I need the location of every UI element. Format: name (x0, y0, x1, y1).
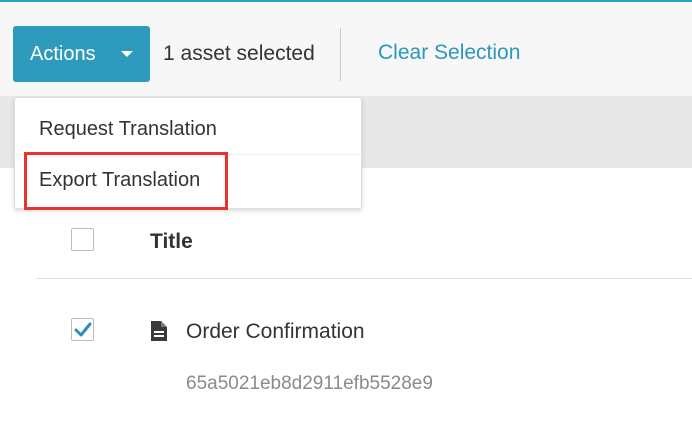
clear-selection-link[interactable]: Clear Selection (378, 41, 520, 65)
menu-item-request-translation[interactable]: Request Translation (15, 104, 361, 154)
asset-id: 65a5021eb8d2911efb5528e9 (186, 373, 433, 394)
actions-button-label: Actions (30, 42, 96, 65)
selected-count-text: 1 asset selected (163, 42, 315, 65)
actions-dropdown-button[interactable]: Actions (13, 26, 150, 82)
caret-down-icon (121, 51, 133, 57)
toolbar-divider (340, 28, 341, 81)
checkmark-icon (74, 322, 92, 337)
document-icon (151, 321, 167, 341)
title-column-header[interactable]: Title (150, 230, 193, 254)
highlight-annotation-box (24, 152, 228, 210)
header-row-divider (36, 278, 692, 279)
asset-title[interactable]: Order Confirmation (186, 320, 365, 344)
select-all-checkbox[interactable] (71, 228, 94, 251)
row-checkbox[interactable] (71, 318, 94, 341)
